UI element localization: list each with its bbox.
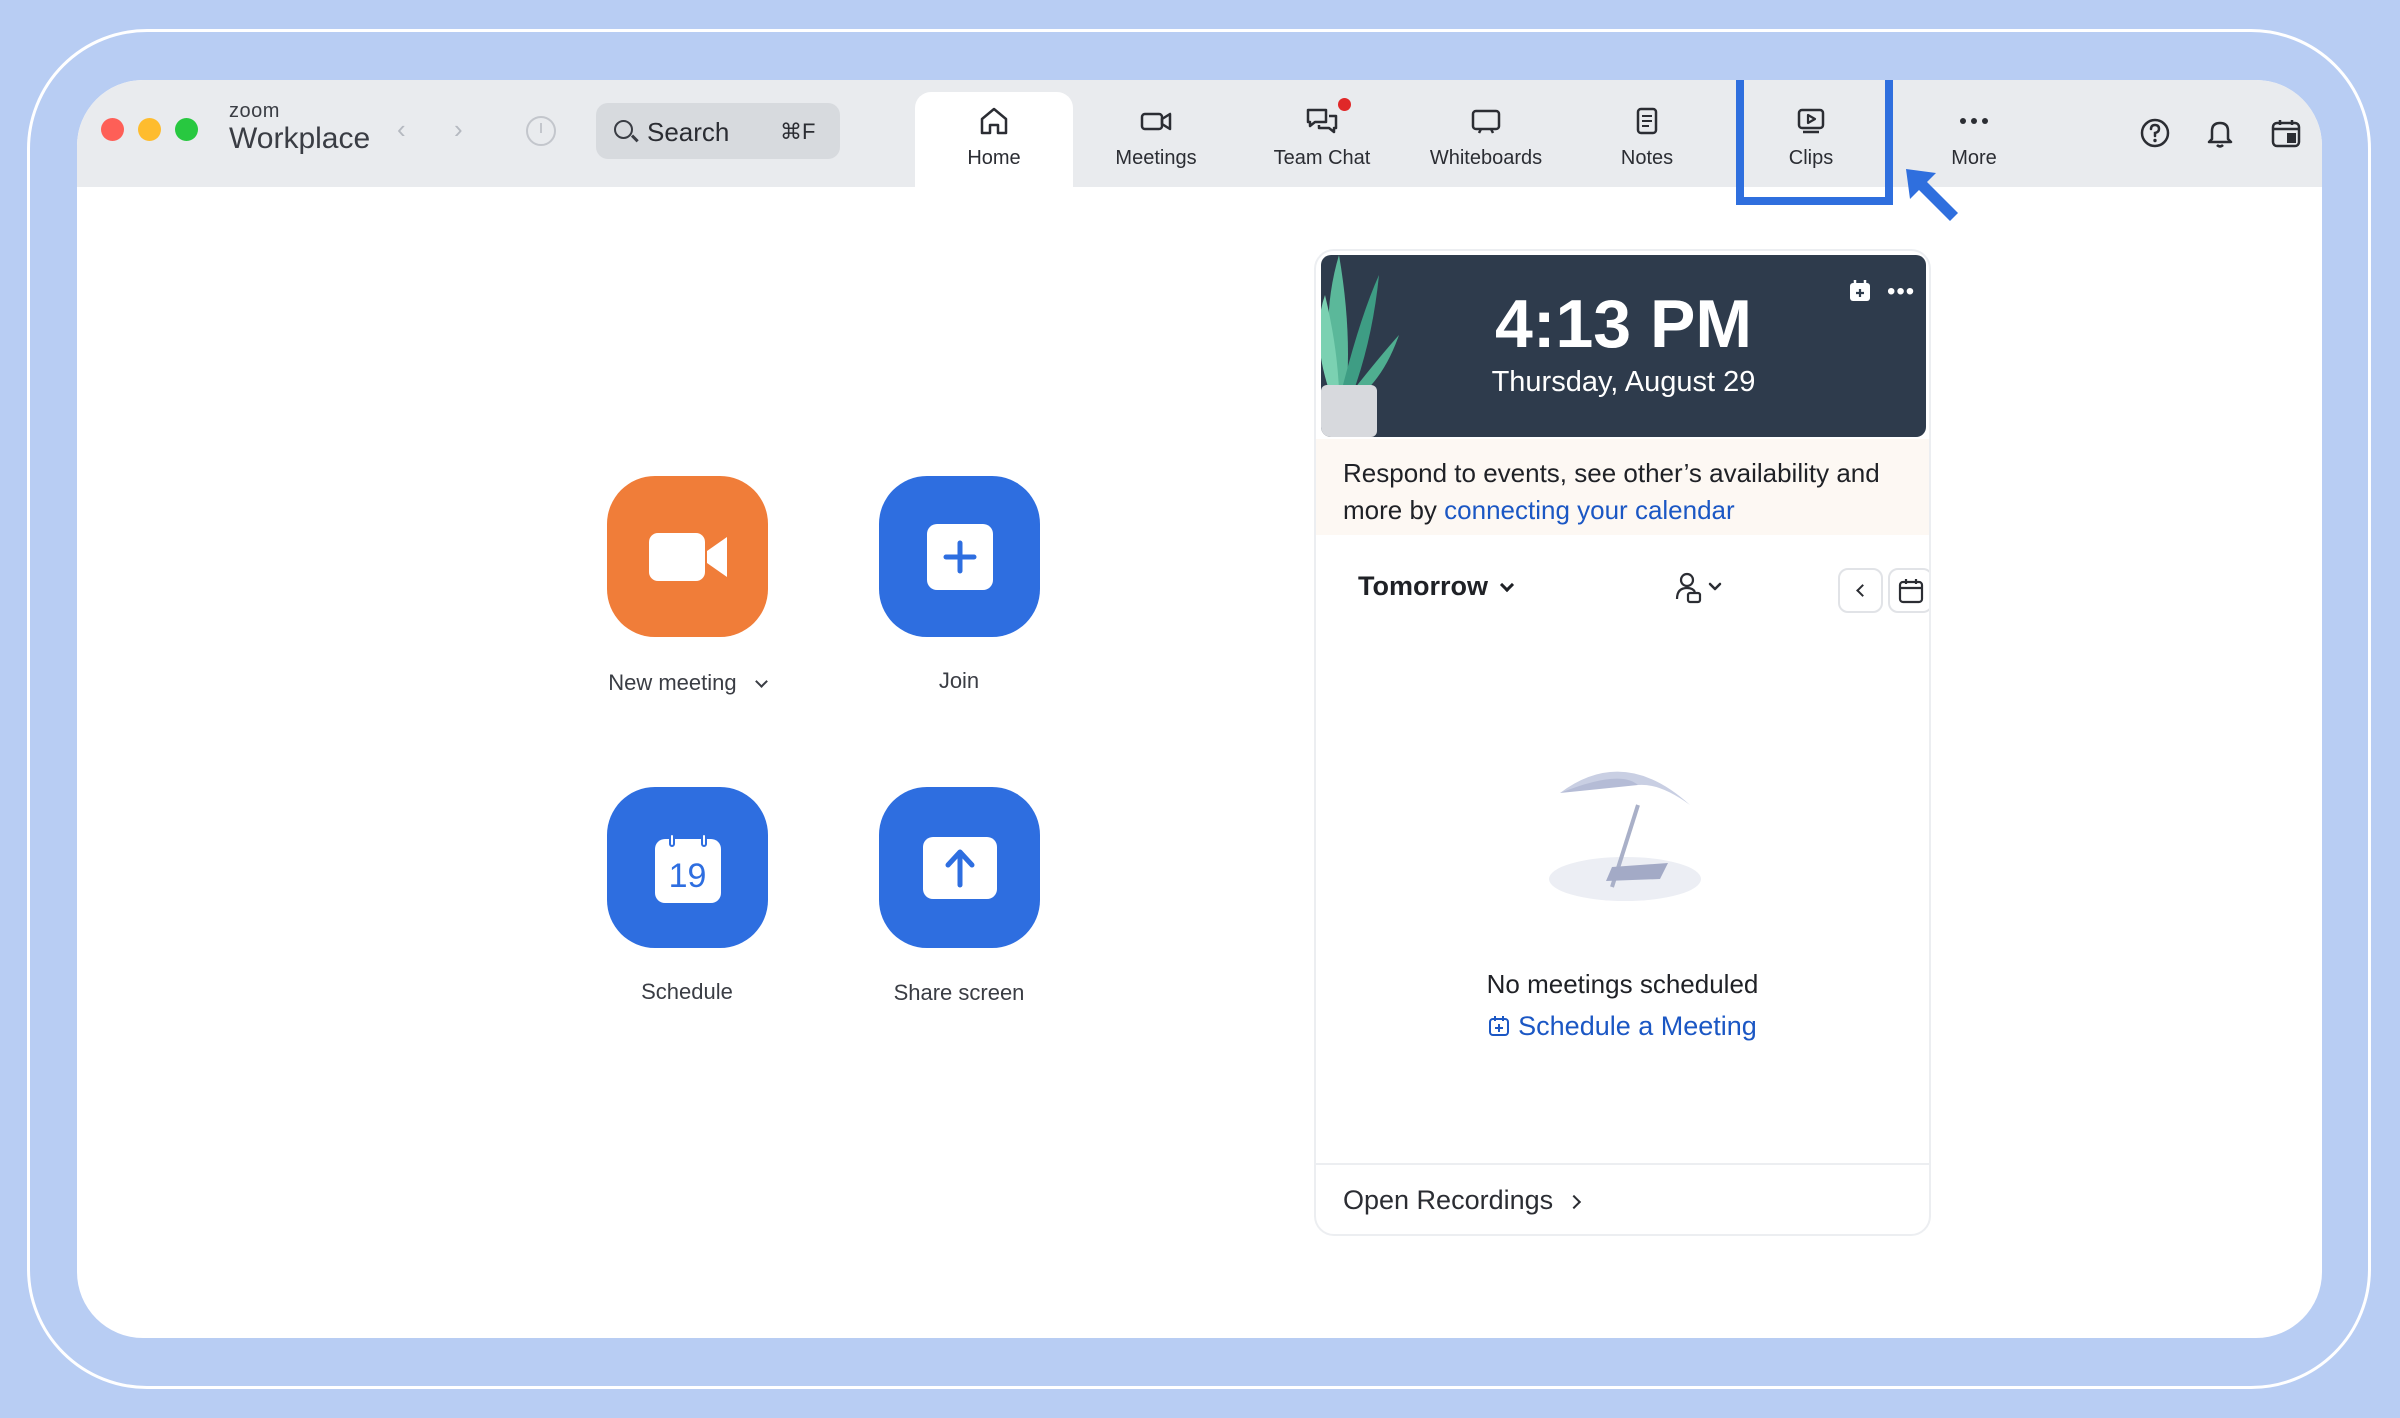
calendar-day-icon: 19: [654, 832, 721, 903]
brand-small-text: zoom: [229, 100, 280, 122]
app-window: zoom Workplace ‹ › Search ⌘F Home Meetin…: [77, 80, 2322, 1338]
calendar-panel: 4:13 PM Thursday, August 29 ••• Respond …: [1314, 249, 1931, 1236]
plus-icon: [926, 523, 993, 590]
tab-meetings[interactable]: Meetings: [1077, 92, 1235, 187]
chevron-left-icon: [1856, 584, 1869, 597]
tab-notes-label: Notes: [1620, 147, 1674, 169]
minimize-window-button[interactable]: [138, 118, 161, 141]
close-window-button[interactable]: [101, 118, 124, 141]
help-icon[interactable]: [2138, 116, 2172, 150]
tab-home[interactable]: Home: [915, 92, 1073, 187]
day-select-label: Tomorrow: [1358, 571, 1488, 601]
chevron-right-icon: [1567, 1194, 1582, 1210]
beach-umbrella-illustration: [1549, 771, 1701, 901]
today-calendar-button[interactable]: [1888, 568, 1929, 613]
clock-header: 4:13 PM Thursday, August 29 •••: [1321, 255, 1926, 437]
tab-team-chat-label: Team Chat: [1273, 147, 1371, 169]
clock-date: Thursday, August 29: [1491, 366, 1756, 398]
calendar-icon: [1898, 578, 1923, 603]
tab-team-chat[interactable]: Team Chat: [1243, 92, 1401, 187]
tab-whiteboards-label: Whiteboards: [1429, 147, 1543, 169]
schedule-button[interactable]: 19: [607, 787, 768, 948]
titlebar: zoom Workplace ‹ › Search ⌘F Home Meetin…: [77, 80, 2322, 187]
share-screen-button[interactable]: [879, 787, 1040, 948]
chat-icon: [1305, 106, 1339, 136]
calendar-notice: Respond to events, see other’s availabil…: [1316, 439, 1929, 535]
people-filter-icon: [1675, 572, 1722, 604]
share-screen-label[interactable]: Share screen: [839, 980, 1079, 1006]
schedule-meeting-link[interactable]: Schedule a Meeting: [1316, 1011, 1929, 1042]
search-box[interactable]: Search ⌘F: [596, 103, 840, 159]
tab-whiteboards[interactable]: Whiteboards: [1407, 92, 1565, 187]
search-label: Search: [647, 117, 730, 147]
more-icon: [1957, 106, 1991, 136]
back-arrow-icon[interactable]: ‹: [397, 114, 406, 145]
home-icon: [977, 106, 1011, 136]
chevron-down-icon: [754, 675, 768, 688]
brand-title: Workplace: [229, 122, 371, 155]
new-meeting-label[interactable]: New meeting: [567, 670, 807, 696]
add-calendar-icon: [1489, 1015, 1510, 1036]
history-icon[interactable]: [526, 116, 556, 146]
upload-arrow-icon: [922, 836, 997, 899]
open-recordings-label: Open Recordings: [1343, 1185, 1554, 1215]
clips-highlight-box: [1736, 80, 1893, 205]
calendar-icon[interactable]: [2269, 116, 2303, 150]
new-meeting-label-text: New meeting: [608, 670, 737, 695]
calendar-day-number: 19: [668, 856, 707, 895]
whiteboard-icon: [1469, 106, 1503, 136]
clock-time: 4:13 PM: [1495, 286, 1752, 362]
search-shortcut: ⌘F: [780, 119, 816, 144]
open-recordings-link[interactable]: Open Recordings: [1316, 1163, 1929, 1234]
join-button[interactable]: [879, 476, 1040, 637]
pointer-arrow-icon: [1906, 169, 1958, 221]
notification-badge: [1338, 98, 1351, 111]
tab-notes[interactable]: Notes: [1568, 92, 1726, 187]
chevron-down-icon: [1499, 577, 1515, 593]
video-camera-icon: [1139, 106, 1173, 136]
add-calendar-icon[interactable]: [1848, 279, 1872, 303]
empty-state-text: No meetings scheduled: [1486, 969, 1759, 999]
join-label[interactable]: Join: [839, 668, 1079, 694]
forward-arrow-icon[interactable]: ›: [454, 114, 463, 145]
notes-icon: [1630, 106, 1664, 136]
zoom-window-button[interactable]: [175, 118, 198, 141]
prev-day-button[interactable]: [1838, 568, 1883, 613]
schedule-meeting-label: Schedule a Meeting: [1518, 1011, 1757, 1041]
more-options-icon[interactable]: •••: [1887, 278, 1915, 306]
tab-meetings-label: Meetings: [1115, 147, 1197, 169]
schedule-label[interactable]: Schedule: [567, 979, 807, 1005]
search-icon: [614, 120, 633, 139]
day-select-dropdown[interactable]: Tomorrow: [1358, 571, 1515, 602]
connect-calendar-link[interactable]: connecting your calendar: [1444, 495, 1735, 525]
tab-home-label: Home: [967, 147, 1021, 169]
new-meeting-button[interactable]: [607, 476, 768, 637]
people-filter-dropdown[interactable]: [1675, 571, 1723, 610]
video-camera-icon: [648, 532, 727, 581]
notifications-bell-icon[interactable]: [2203, 116, 2237, 150]
